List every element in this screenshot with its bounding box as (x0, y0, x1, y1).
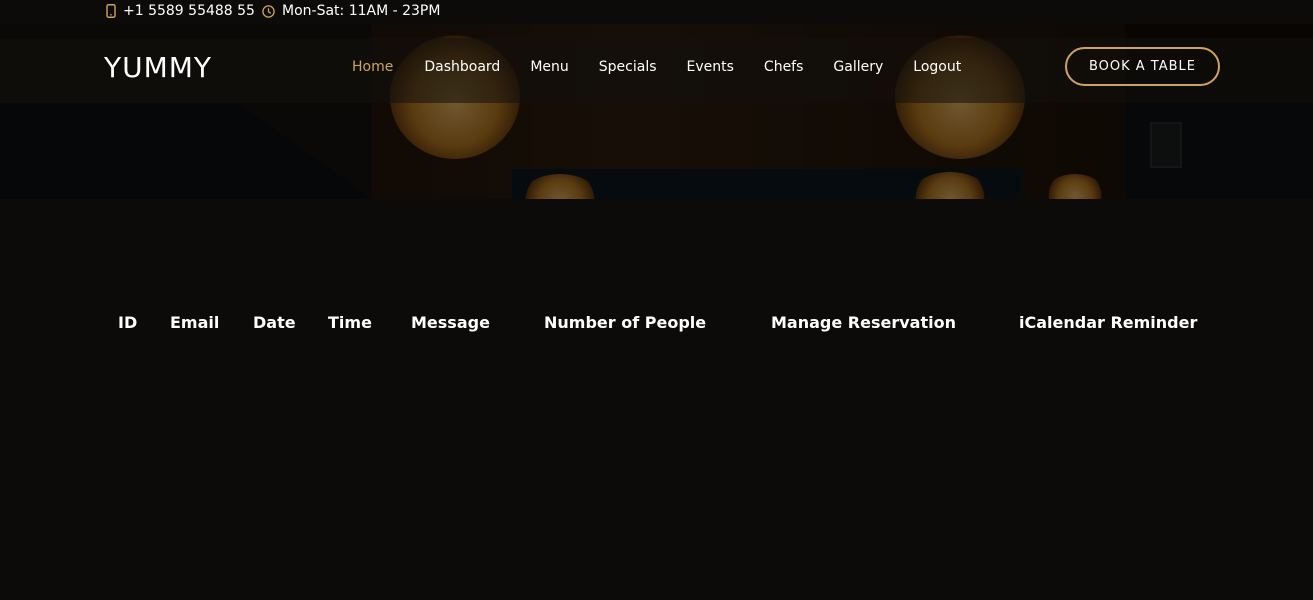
column-header-icalendar-reminder: iCalendar Reminder (1019, 313, 1198, 332)
main-header: YUMMY Home Dashboard Menu Specials Event… (0, 38, 1313, 103)
nav-home[interactable]: Home (352, 59, 393, 75)
column-header-date: Date (253, 313, 296, 332)
phone-icon (106, 4, 116, 18)
phone-number: +1 5589 55488 55 (123, 3, 255, 19)
column-header-id: ID (118, 313, 138, 332)
logo[interactable]: YUMMY (104, 51, 212, 84)
column-header-email: Email (170, 313, 220, 332)
column-header-number-of-people: Number of People (544, 313, 707, 332)
nav-specials[interactable]: Specials (599, 59, 657, 75)
opening-hours: Mon-Sat: 11AM - 23PM (282, 3, 441, 19)
reservations-table: ID Email Date Time Message Number of Peo… (0, 199, 1313, 600)
clock-icon (262, 4, 275, 18)
hours-info: Mon-Sat: 11AM - 23PM (262, 3, 440, 19)
nav-logout[interactable]: Logout (913, 59, 961, 75)
phone-info: +1 5589 55488 55 (106, 3, 255, 19)
table-header-row: ID Email Date Time Message Number of Peo… (0, 313, 1313, 335)
book-a-table-button[interactable]: BOOK A TABLE (1065, 47, 1220, 86)
main-nav: Home Dashboard Menu Specials Events Chef… (352, 59, 991, 75)
nav-events[interactable]: Events (687, 59, 734, 75)
nav-chefs[interactable]: Chefs (764, 59, 803, 75)
column-header-message: Message (411, 313, 490, 332)
column-header-time: Time (328, 313, 372, 332)
top-info-bar: +1 5589 55488 55 Mon-Sat: 11AM - 23PM (0, 0, 1313, 24)
column-header-manage-reservation: Manage Reservation (771, 313, 956, 332)
nav-dashboard[interactable]: Dashboard (424, 59, 500, 75)
nav-gallery[interactable]: Gallery (833, 59, 883, 75)
nav-menu[interactable]: Menu (530, 59, 568, 75)
